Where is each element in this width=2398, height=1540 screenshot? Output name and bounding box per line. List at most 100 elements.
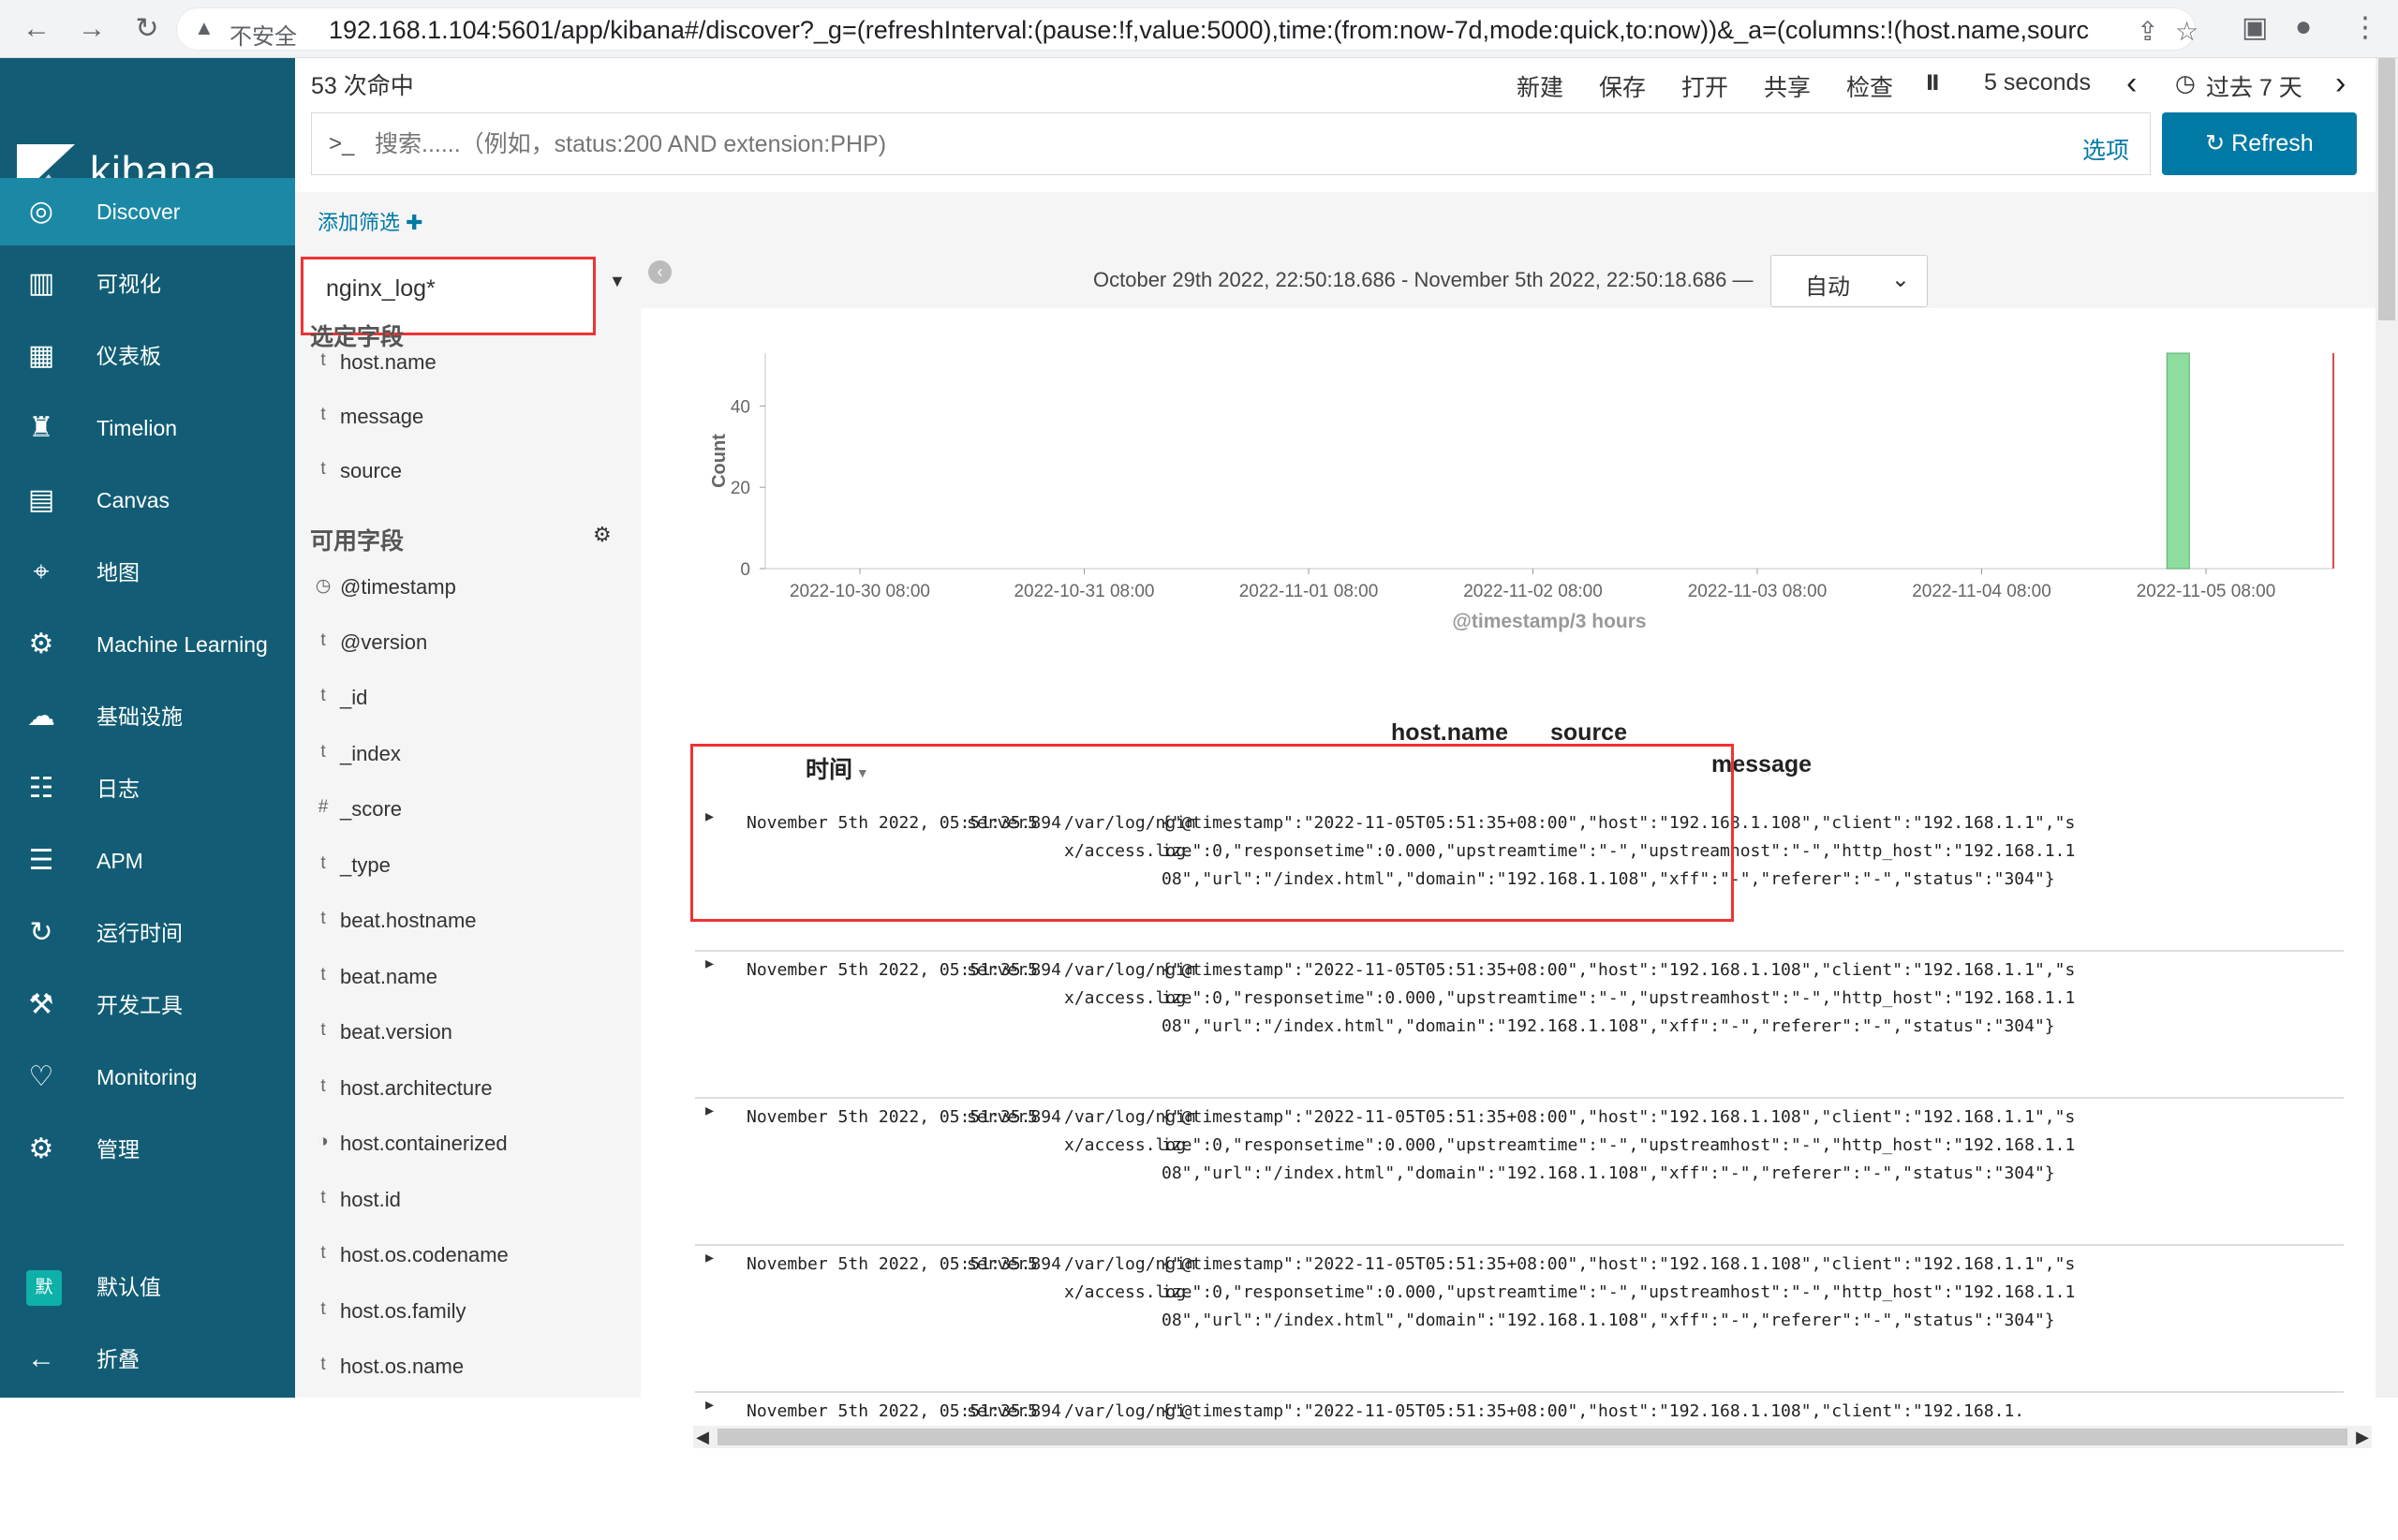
query-bar[interactable]: >_ 选项	[311, 112, 2151, 175]
scroll-left-icon[interactable]: ◀	[693, 1426, 712, 1448]
available-field-id[interactable]: t _id	[295, 686, 632, 734]
machine-learning-icon: ⚙	[28, 629, 54, 659]
pause-icon[interactable]: Ⅱ	[1926, 71, 1940, 96]
nav-dashboard[interactable]: ▦ 仪表板	[0, 322, 295, 390]
column-header-host[interactable]: host.name	[1391, 719, 1508, 747]
nav-machine-learning[interactable]: ⚙ Machine Learning	[0, 611, 295, 678]
nav-canvas[interactable]: ▤ Canvas	[0, 466, 295, 534]
forward-icon[interactable]: →	[72, 9, 111, 49]
nav-timelion[interactable]: ♜ Timelion	[0, 394, 295, 462]
histogram-chart[interactable]: 0 20 40 2022-10-30 08:00 2022-10-31 08:00 202…	[696, 320, 2373, 676]
expand-row-icon[interactable]: ▸	[705, 1101, 724, 1123]
document-row[interactable]: ▸ November 5th 2022, 05:51:35.894 server…	[695, 1098, 2344, 1246]
histogram-bar	[2166, 352, 2190, 570]
available-field-host-os-name[interactable]: t host.os.name	[295, 1355, 632, 1403]
available-field-type[interactable]: t _type	[295, 853, 632, 902]
field-settings-gear-icon[interactable]: ⚙	[593, 523, 612, 547]
expand-row-icon[interactable]: ▸	[705, 1395, 724, 1417]
available-field-host-os-codename[interactable]: t host.os.codename	[295, 1243, 632, 1292]
nav-dev-tools[interactable]: ⚒ 开发工具	[0, 971, 295, 1039]
available-field-timestamp[interactable]: ◷ @timestamp	[295, 575, 632, 624]
menu-dots-icon[interactable]: ⋮	[2351, 11, 2379, 44]
nav-management[interactable]: ⚙ 管理	[0, 1116, 295, 1183]
vertical-scrollbar[interactable]	[2376, 58, 2398, 1398]
selected-field-host-name[interactable]: t host.name	[295, 350, 632, 399]
string-type-icon: t	[320, 1020, 326, 1040]
expand-row-icon[interactable]: ▸	[705, 807, 724, 829]
nav-visualize[interactable]: ▥ 可视化	[0, 250, 295, 318]
selected-field-source[interactable]: t source	[295, 459, 632, 508]
collapse-button[interactable]: ← 折叠	[0, 1325, 295, 1393]
number-type-icon: #	[318, 797, 329, 817]
query-options-link[interactable]: 选项	[2082, 132, 2129, 166]
vertical-scroll-thumb[interactable]	[2378, 58, 2395, 320]
string-type-icon: t	[320, 853, 326, 873]
refresh-button[interactable]: ↻ Refresh	[2162, 112, 2357, 175]
back-icon[interactable]: ←	[17, 9, 56, 49]
timelion-icon: ♜	[28, 412, 54, 443]
caret-down-icon[interactable]: ▼	[609, 272, 626, 291]
horizontal-scrollbar[interactable]: ◀ ▶	[693, 1426, 2372, 1448]
collapse-sidebar-icon[interactable]: ‹	[648, 260, 672, 284]
search-input[interactable]	[375, 126, 1639, 163]
available-field-host-architecture[interactable]: t host.architecture	[295, 1076, 632, 1125]
share-icon[interactable]: ⇪	[2137, 16, 2158, 47]
nav-apm[interactable]: ☰ APM	[0, 827, 295, 895]
clock-icon: ◷	[315, 576, 332, 596]
nav-maps[interactable]: ⌖ 地图	[0, 539, 295, 606]
nav-discover[interactable]: ◎ Discover	[0, 178, 295, 245]
string-type-icon: t	[320, 742, 326, 762]
document-row[interactable]: ▸ November 5th 2022, 05:51:35.894 server…	[695, 1392, 2344, 1540]
bookmark-star-icon[interactable]: ☆	[2175, 16, 2198, 47]
next-time-icon[interactable]: ›	[2335, 66, 2346, 102]
available-field-host-id[interactable]: t host.id	[295, 1188, 632, 1236]
document-host: server5	[967, 813, 1038, 833]
inspect-button[interactable]: 检查	[1846, 69, 1893, 103]
nav-logs[interactable]: ☷ 日志	[0, 755, 295, 822]
expand-row-icon[interactable]: ▸	[705, 1248, 724, 1270]
string-type-icon: t	[320, 350, 326, 370]
refresh-interval[interactable]: 5 seconds	[1984, 69, 2091, 96]
open-button[interactable]: 打开	[1681, 69, 1728, 103]
horizontal-scroll-thumb[interactable]	[718, 1429, 2347, 1445]
default-space[interactable]: 默默认值	[0, 1253, 295, 1321]
side-panel-icon[interactable]: ▣	[2242, 11, 2268, 44]
share-button[interactable]: 共享	[1764, 69, 1811, 103]
security-label: 不安全	[229, 24, 297, 50]
available-field-host-containerized[interactable]: ◑ host.containerized	[295, 1132, 632, 1180]
available-field-beat-version[interactable]: t beat.version	[295, 1020, 632, 1069]
scroll-right-icon[interactable]: ▶	[2353, 1426, 2372, 1448]
column-header-time[interactable]: 时间 ▼	[806, 751, 869, 785]
selected-field-message[interactable]: t message	[295, 405, 632, 453]
expand-row-icon[interactable]: ▸	[705, 954, 724, 976]
url-text[interactable]: 192.168.1.104:5601/app/kibana#/discover?…	[329, 16, 2090, 45]
address-bar[interactable]: ▲ 不安全 192.168.1.104:5601/app/kibana#/dis…	[176, 7, 2198, 51]
nav-monitoring[interactable]: ♡ Monitoring	[0, 1044, 295, 1111]
document-row[interactable]: ▸ November 5th 2022, 05:51:35.894 server…	[695, 951, 2344, 1099]
string-type-icon: t	[320, 459, 326, 479]
available-field-host-os-family[interactable]: t host.os.family	[295, 1299, 632, 1348]
available-field-beat-hostname[interactable]: t beat.hostname	[295, 909, 632, 957]
document-row[interactable]: ▸ November 5th 2022, 05:51:35.894 server…	[695, 1245, 2344, 1393]
available-field-beat-name[interactable]: t beat.name	[295, 965, 632, 1014]
x-tick-label: 2022-11-03 08:00	[1688, 582, 1828, 601]
interval-select[interactable]: 自动 ⌄	[1770, 255, 1928, 307]
document-row[interactable]: ▸ November 5th 2022, 05:51:35.894 server…	[695, 804, 2344, 952]
column-header-source[interactable]: source	[1550, 719, 1627, 747]
document-message: {"@timestamp":"2022-11-05T05:51:35+08:00…	[1162, 1254, 2076, 1330]
string-type-icon: t	[320, 1188, 326, 1207]
nav-uptime[interactable]: ↻ 运行时间	[0, 899, 295, 967]
column-header-message[interactable]: message	[1711, 751, 1812, 778]
x-tick-label: 2022-11-01 08:00	[1239, 582, 1379, 601]
available-field-index[interactable]: t _index	[295, 742, 632, 791]
available-field-version[interactable]: t @version	[295, 630, 632, 679]
save-button[interactable]: 保存	[1599, 69, 1646, 103]
add-filter-button[interactable]: 添加筛选 ✚	[318, 206, 423, 236]
nav-infrastructure[interactable]: ☁ 基础设施	[0, 683, 295, 750]
available-field-score[interactable]: # _score	[295, 797, 632, 846]
profile-icon[interactable]: ●	[2295, 11, 2312, 43]
time-range-label[interactable]: 过去 7 天	[2206, 69, 2302, 103]
new-search-button[interactable]: 新建	[1517, 69, 1563, 103]
previous-time-icon[interactable]: ‹	[2126, 66, 2137, 102]
reload-icon[interactable]: ↻	[127, 9, 167, 49]
